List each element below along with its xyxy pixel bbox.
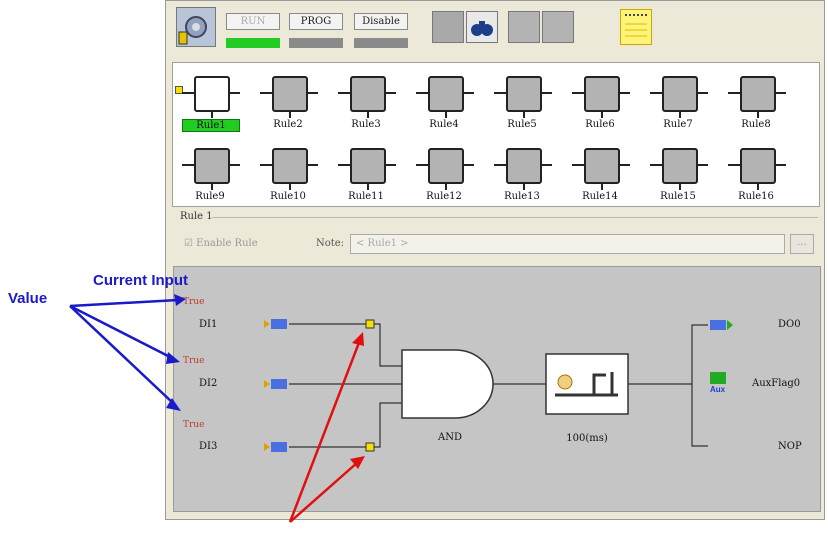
input-name-label: DI3 [199,441,218,452]
gate-label: AND [438,432,462,443]
input-state-label: True [183,420,205,430]
monitor-point-icon[interactable] [365,442,375,452]
aux-icon-text: Aux [710,385,726,394]
timer-label: 100(ms) [566,433,608,444]
current-input-annotation: Current Input Value [8,272,188,308]
annotation-line: Value [8,290,48,307]
input-state-label: True [183,356,205,366]
input-signal-icon [264,319,287,329]
annotation-line: Current Input [93,272,188,289]
input-signal-icon [264,379,287,389]
monitor-point-icon[interactable] [365,319,375,329]
input-signal-icon [264,442,287,452]
aux-flag-icon [710,372,726,384]
output-label: AuxFlag0 [752,378,801,389]
input-name-label: DI1 [199,319,218,330]
output-label: NOP [778,441,802,452]
output-signal-icon [710,320,733,330]
and-gate[interactable] [401,349,494,419]
output-label: DO0 [778,319,801,330]
annotation-arrows [69,294,365,523]
input-name-label: DI2 [199,378,218,389]
